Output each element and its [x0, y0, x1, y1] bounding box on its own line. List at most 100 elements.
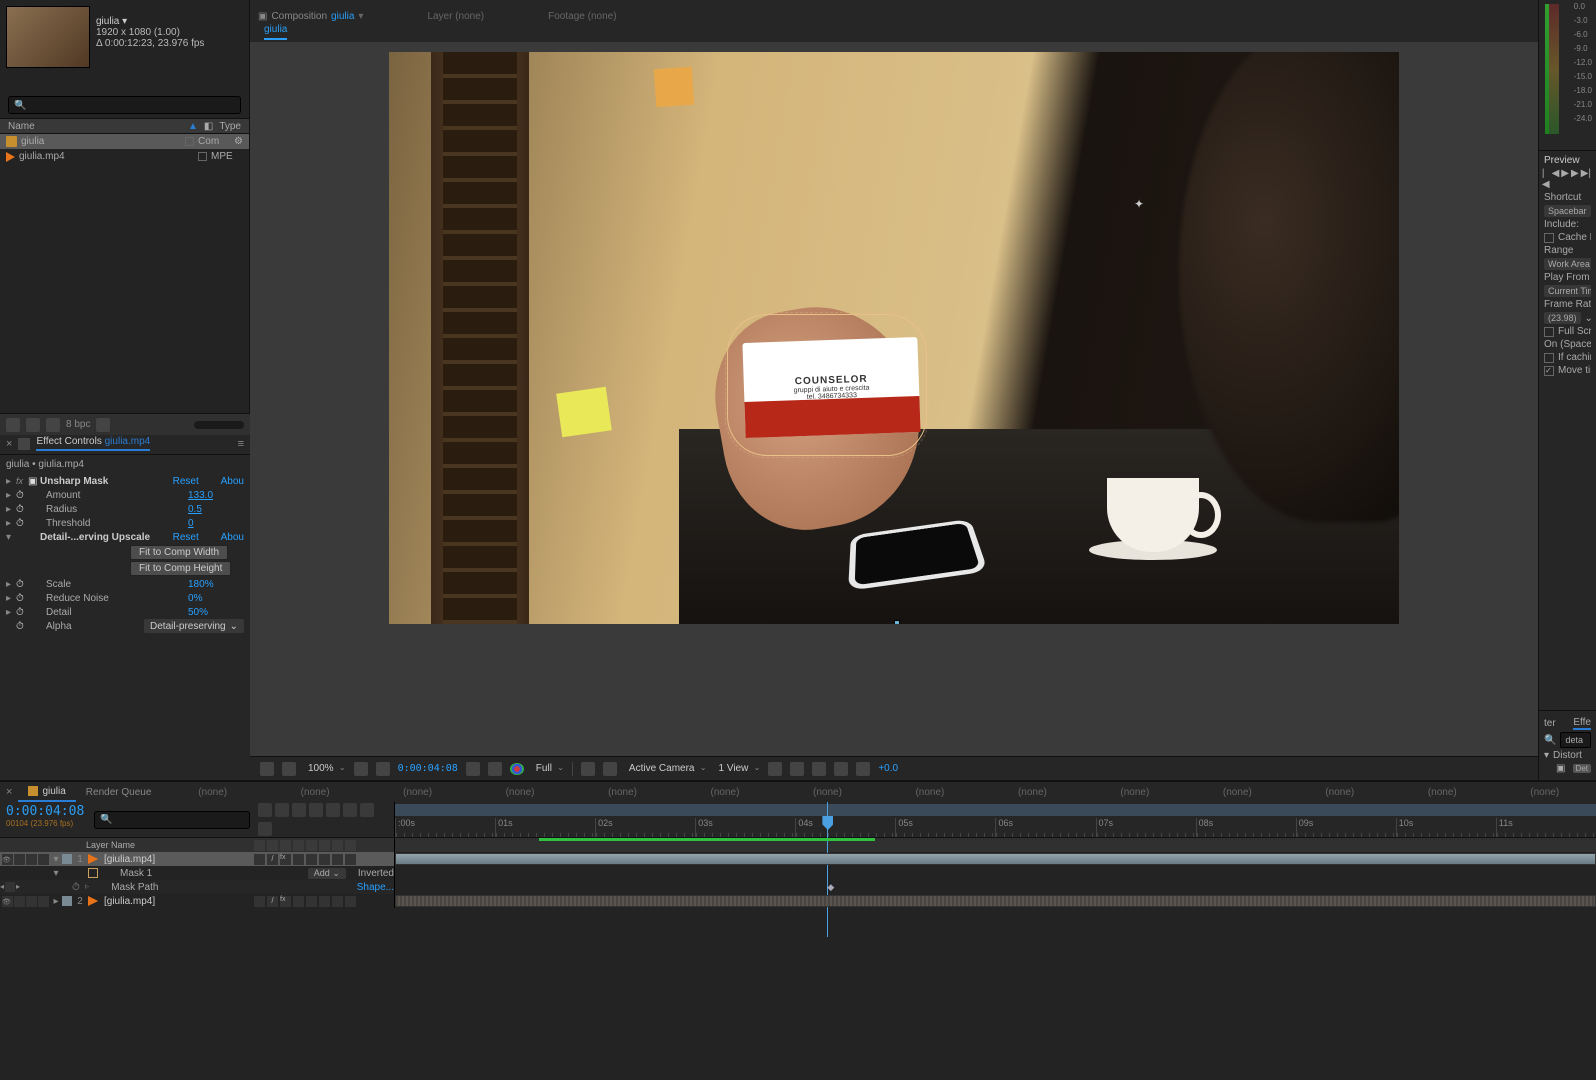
fit-comp-width-button[interactable]: Fit to Comp Width [130, 545, 228, 560]
frame-blend-icon[interactable] [309, 803, 323, 817]
reset-link[interactable]: Reset [173, 532, 221, 543]
prop-alpha[interactable]: Alpha [28, 621, 144, 632]
project-item-comp[interactable]: giulia Com ⚙ [0, 134, 249, 149]
fast-preview-icon[interactable] [790, 762, 804, 776]
visibility-toggle[interactable] [2, 854, 13, 865]
switch-col-icon[interactable] [280, 840, 291, 851]
timeline-layer-1[interactable]: ▾ 1 [giulia.mp4] / fx [0, 852, 1596, 866]
fullscreen-checkbox[interactable] [1544, 327, 1554, 337]
alpha-toggle-icon[interactable] [260, 762, 274, 776]
mask-mode-dropdown[interactable]: Add ⌄ [308, 868, 346, 879]
composition-breadcrumb[interactable]: ▣ Composition giulia ▾ Layer (none) Foot… [258, 11, 617, 22]
snapshot-icon[interactable] [466, 762, 480, 776]
label-swatch[interactable] [185, 137, 194, 146]
alpha-dropdown[interactable]: Detail-preserving ⌄ [144, 619, 244, 633]
comp-thumbnail[interactable] [6, 6, 90, 68]
prev-frame-icon[interactable]: ◀ [1552, 168, 1560, 190]
project-columns-header[interactable]: Name ▲ ◧ Type [0, 118, 249, 134]
project-search-input[interactable] [8, 96, 241, 114]
switch-col-icon[interactable] [267, 840, 278, 851]
shape-link[interactable]: Shape... [357, 882, 394, 893]
new-folder-icon[interactable] [26, 418, 40, 432]
twirl-icon[interactable]: ▾ [50, 854, 62, 865]
anchor-point-icon[interactable] [1134, 197, 1148, 211]
graph-editor-icon[interactable] [343, 803, 357, 817]
shy-icon[interactable] [292, 803, 306, 817]
draft-3d-icon[interactable] [275, 803, 289, 817]
effect-unsharp-mask[interactable]: ▸fx▣ Unsharp Mask Reset Abou [0, 474, 250, 488]
timeline-mask-1[interactable]: ▾ Mask 1 Add ⌄ Inverted [0, 866, 1596, 880]
effects-tab-active[interactable]: Effe [1573, 717, 1591, 730]
first-frame-icon[interactable]: |◀ [1542, 168, 1550, 190]
switch-col-icon[interactable] [306, 840, 317, 851]
threshold-value[interactable]: 0 [188, 518, 244, 529]
pixel-aspect-icon[interactable] [768, 762, 782, 776]
prop-scale[interactable]: Scale [28, 579, 188, 590]
timeline-icon[interactable] [812, 762, 826, 776]
col-layer-name[interactable]: Layer Name [82, 840, 254, 850]
cache-checkbox[interactable] [1544, 233, 1554, 243]
next-frame-icon[interactable]: ▶ [1571, 168, 1579, 190]
effects-item[interactable]: ▣Det [1544, 763, 1591, 774]
video-frame[interactable]: COUNSELOR gruppi di aiuto e crescita tel… [389, 52, 1399, 624]
lock-icon[interactable] [18, 438, 30, 450]
timeline-mask-path[interactable]: ◂▸ ⏱ ▹ Mask Path Shape... ◆ [0, 880, 1596, 894]
inverted-label[interactable]: Inverted [358, 868, 394, 879]
layer-handle[interactable] [894, 620, 900, 624]
move-time-checkbox[interactable] [1544, 366, 1554, 376]
lock-toggle[interactable] [38, 896, 49, 907]
timeline-timecode[interactable]: 0:00:04:08 [6, 804, 84, 819]
switch-col-icon[interactable] [254, 840, 265, 851]
close-panel-icon[interactable]: × [6, 438, 12, 450]
current-time-display[interactable]: 0:00:04:08 [398, 763, 458, 774]
timeline-frame-count[interactable]: 00104 (23.976 fps) [6, 819, 84, 828]
radius-value[interactable]: 0.5 [188, 504, 244, 515]
grid-icon[interactable] [354, 762, 368, 776]
prop-detail[interactable]: Detail [28, 607, 188, 618]
scale-value[interactable]: 180 [188, 579, 205, 590]
about-link[interactable]: Abou [221, 476, 244, 487]
col-name[interactable]: Name [8, 121, 188, 132]
twirl-icon[interactable]: ▸ [50, 896, 62, 907]
motion-blur-icon[interactable] [326, 803, 340, 817]
if-caching-checkbox[interactable] [1544, 353, 1554, 363]
exposure-reset-icon[interactable] [856, 762, 870, 776]
interpret-footage-icon[interactable] [6, 418, 20, 432]
effect-detail-upscale[interactable]: ▾ Detail-...erving Upscale Reset Abou [0, 530, 250, 544]
twirl-icon[interactable]: ▾ [50, 868, 62, 879]
last-frame-icon[interactable]: ▶| [1581, 168, 1591, 190]
show-snapshot-icon[interactable] [488, 762, 502, 776]
label-color[interactable] [62, 896, 72, 906]
lock-toggle[interactable] [38, 854, 49, 865]
effect-controls-tab[interactable]: Effect Controls giulia.mp4 [36, 436, 150, 451]
next-key-icon[interactable]: ▸ [16, 882, 20, 892]
exposure-value[interactable]: +0.0 [878, 763, 898, 774]
timeline-tab-render-queue[interactable]: Render Queue [76, 784, 162, 801]
shortcut-dropdown[interactable]: Spacebar [1544, 205, 1591, 217]
switch-col-icon[interactable] [319, 840, 330, 851]
color-mgmt-icon[interactable] [510, 763, 524, 775]
solo-toggle[interactable] [26, 896, 37, 907]
prop-radius[interactable]: Radius [28, 504, 188, 515]
add-key-icon[interactable] [5, 882, 15, 892]
fit-comp-height-button[interactable]: Fit to Comp Height [130, 561, 231, 576]
play-icon[interactable]: ▶ [1561, 168, 1569, 190]
camera-dropdown[interactable]: Active Camera [625, 763, 707, 774]
resolution-dropdown[interactable]: Full [532, 763, 564, 774]
timeline-layer-2[interactable]: ▸ 2 [giulia.mp4] / fx [0, 894, 1596, 908]
new-comp-icon[interactable] [46, 418, 60, 432]
panel-menu-icon[interactable]: ≡ [238, 438, 244, 450]
prop-amount[interactable]: Amount [28, 490, 188, 501]
audio-toggle[interactable] [14, 896, 25, 907]
close-comp-icon[interactable]: × [0, 786, 18, 798]
sort-icon[interactable]: ▲ [188, 121, 198, 132]
audio-toggle[interactable] [14, 854, 25, 865]
prop-reduce-noise[interactable]: Reduce Noise [28, 593, 188, 604]
detail-value[interactable]: 50 [188, 607, 199, 618]
layer-bar-waveform[interactable] [395, 895, 1596, 907]
reset-link[interactable]: Reset [173, 476, 221, 487]
3d-view-icon[interactable] [603, 762, 617, 776]
delete-icon[interactable] [96, 418, 110, 432]
switch-col-icon[interactable] [345, 840, 356, 851]
layer-bar[interactable] [395, 853, 1596, 865]
